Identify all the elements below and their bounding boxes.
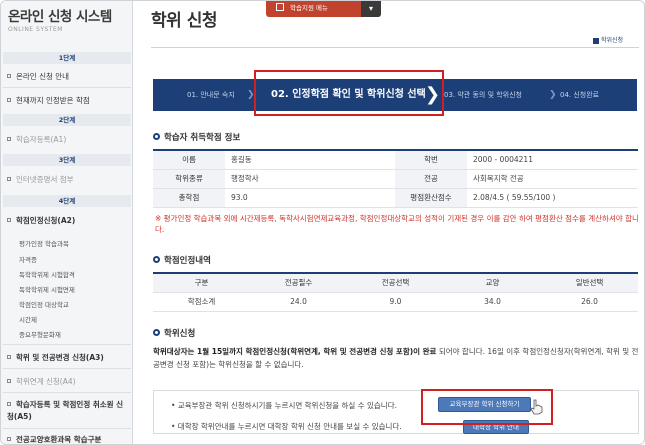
note-bullet-1: • 교육부장관 학위 신청하시기를 누르시면 학위신청을 하실 수 있습니다. — [171, 401, 397, 410]
home-icon — [593, 37, 599, 44]
step-1-label: 01. 안내문 숙지 — [187, 91, 235, 99]
column-header: 구분 — [153, 273, 250, 293]
bullet-icon — [7, 98, 11, 102]
section-bullet-icon — [153, 329, 160, 336]
divider — [3, 428, 131, 429]
bullet-icon — [7, 137, 11, 141]
divider — [3, 344, 131, 345]
sidebar-step2-header: 2단계 — [3, 114, 131, 126]
label-degree-type: 학위종류 — [153, 169, 225, 189]
label-total-credits: 총학점 — [153, 188, 225, 208]
column-header: 일반선택 — [541, 273, 638, 293]
bullet-icon — [7, 218, 11, 222]
sidebar-step4-header: 4단계 — [3, 195, 131, 207]
table-header-row: 구분 전공필수 전공선택 교양 일반선택 — [153, 273, 638, 293]
section-bullet-icon — [153, 133, 160, 140]
learning-support-menu-button[interactable]: 학습지원 메뉴 ▾ — [266, 1, 381, 17]
sidebar-step3-header: 3단계 — [3, 154, 131, 166]
sidebar-subitem[interactable]: 독학학위제 시험합격 — [19, 269, 75, 279]
sidebar-item-learner-registration[interactable]: 학습자등록(A1) — [7, 134, 131, 145]
sidebar-item-credit-application[interactable]: 학점인정신청(A2) — [7, 215, 131, 226]
divider — [3, 368, 131, 369]
label-student-id: 학번 — [395, 150, 467, 170]
sidebar-subitem[interactable]: 독학학위제 시험면제 — [19, 284, 75, 294]
column-header: 전공선택 — [347, 273, 444, 293]
breadcrumb[interactable]: 학위신청 — [593, 35, 623, 44]
sidebar-step1-header: 1단계 — [3, 52, 131, 64]
table-cell: 24.0 — [250, 292, 347, 312]
column-header: 교양 — [444, 273, 541, 293]
value-name: 홍길동 — [225, 150, 395, 170]
label-gpa: 평점환산점수 — [395, 188, 467, 208]
sidebar-item-degree-link[interactable]: 학위연계 신청(A4) — [7, 376, 131, 387]
header-divider — [151, 47, 639, 48]
sidebar: 온라인 신청 시스템 ONLINE SYSTEM 1단계 온라인 신청 안내 현… — [1, 1, 133, 444]
column-header: 전공필수 — [250, 273, 347, 293]
sidebar-item-cancel-application[interactable]: 학습자등록 및 학점인정 취소원 신청(A5) — [7, 399, 125, 423]
table-row: 총학점 93.0 평점환산점수 2.08/4.5 ( 59.55/100 ) — [153, 188, 638, 208]
step-3-label: 03. 약관 동의 및 학위신청 — [444, 91, 522, 99]
checkbox-icon — [276, 3, 284, 11]
recognition-title: 학점인정내역 — [153, 254, 211, 266]
highlight-box-current-step — [254, 70, 444, 116]
value-degree-type: 행정학사 — [225, 169, 395, 189]
value-student-id: 2000 - 0004211 — [467, 150, 638, 170]
learner-info-title: 학습자 취득학점 정보 — [153, 131, 240, 143]
section-bullet-icon — [153, 256, 160, 263]
sidebar-subitem[interactable]: 평가인정 학습과목 — [19, 238, 69, 248]
window-frame: 온라인 신청 시스템 ONLINE SYSTEM 1단계 온라인 신청 안내 현… — [0, 0, 645, 445]
degree-application-paragraph: 학위대상자는 1월 15일까지 학점인정신청(학위연계, 학위 및 전공변경 신… — [153, 347, 639, 369]
table-cell: 26.0 — [541, 292, 638, 312]
sidebar-subitem[interactable]: 자격증 — [19, 254, 37, 264]
step-separator-icon: ❯ — [549, 90, 557, 100]
bullet-icon — [7, 437, 11, 441]
sidebar-subitem[interactable]: 시간제 — [19, 314, 37, 324]
value-total-credits: 93.0 — [225, 188, 395, 208]
table-cell: 학점소계 — [153, 292, 250, 312]
bullet-icon — [7, 74, 11, 78]
system-subtitle: ONLINE SYSTEM — [8, 26, 63, 33]
divider — [3, 392, 131, 393]
table-row: 학점소계 24.0 9.0 34.0 26.0 — [153, 292, 638, 312]
label-major: 전공 — [395, 169, 467, 189]
credit-recognition-table: 구분 전공필수 전공선택 교양 일반선택 학점소계 24.0 9.0 34.0 … — [153, 272, 638, 312]
sidebar-item-online-guide[interactable]: 온라인 신청 안내 — [7, 71, 131, 82]
gpa-warning-note: ※ 평가인정 학습과목 외에 시간제등록, 독학사시험면제교육과정, 학점인정대… — [155, 214, 639, 234]
degree-application-title: 학위신청 — [153, 327, 195, 339]
step-4-label: 04. 신청완료 — [560, 91, 600, 99]
chevron-down-icon[interactable]: ▾ — [361, 1, 381, 17]
value-major: 사회복지학 전공 — [467, 169, 638, 189]
sidebar-subitem[interactable]: 중요무형문화재 — [19, 329, 61, 339]
sidebar-item-recognized-credits[interactable]: 현재까지 인정받은 학점 — [7, 95, 131, 106]
label-name: 이름 — [153, 150, 225, 170]
sidebar-subitem[interactable]: 학점인정 대상학교 — [19, 299, 69, 309]
table-cell: 34.0 — [444, 292, 541, 312]
hand-cursor-icon — [530, 399, 543, 415]
table-row: 학위종류 행정학사 전공 사회복지학 전공 — [153, 169, 638, 189]
value-gpa: 2.08/4.5 ( 59.55/100 ) — [467, 188, 638, 208]
learner-info-table: 이름 홍길동 학번 2000 - 0004211 학위종류 행정학사 전공 사회… — [153, 149, 638, 208]
divider — [3, 87, 131, 88]
sidebar-item-internet-certificate[interactable]: 인터넷증명서 첨부 — [7, 174, 131, 185]
sidebar-item-liberal-arts[interactable]: 전공교양호환과목 학습구분 — [7, 434, 131, 444]
bullet-icon — [7, 177, 11, 181]
system-title: 온라인 신청 시스템 — [8, 9, 112, 25]
note-bullet-2: • 대학장 학위안내를 누르시면 대학장 학위 신청 안내를 보실 수 있습니다… — [171, 422, 402, 431]
page-title: 학위 신청 — [151, 11, 217, 31]
bullet-icon — [7, 355, 11, 359]
table-cell: 9.0 — [347, 292, 444, 312]
bullet-icon — [7, 402, 11, 406]
sidebar-item-degree-major-change[interactable]: 학위 및 전공변경 신청(A3) — [7, 352, 131, 363]
bullet-icon — [7, 379, 11, 383]
table-row: 이름 홍길동 학번 2000 - 0004211 — [153, 150, 638, 170]
